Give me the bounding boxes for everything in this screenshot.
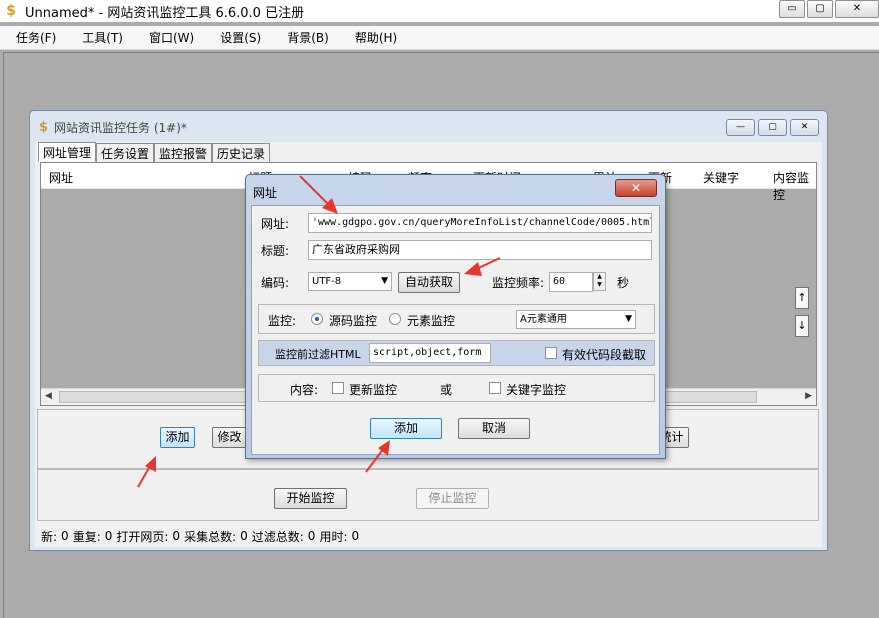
arrow-to-dialog-add-icon xyxy=(365,440,390,473)
arrow-to-url-field-icon xyxy=(299,175,338,214)
arrow-to-add-button-icon xyxy=(137,456,156,488)
arrow-to-auto-fetch-icon xyxy=(464,257,501,276)
annotation-arrows xyxy=(137,175,501,488)
